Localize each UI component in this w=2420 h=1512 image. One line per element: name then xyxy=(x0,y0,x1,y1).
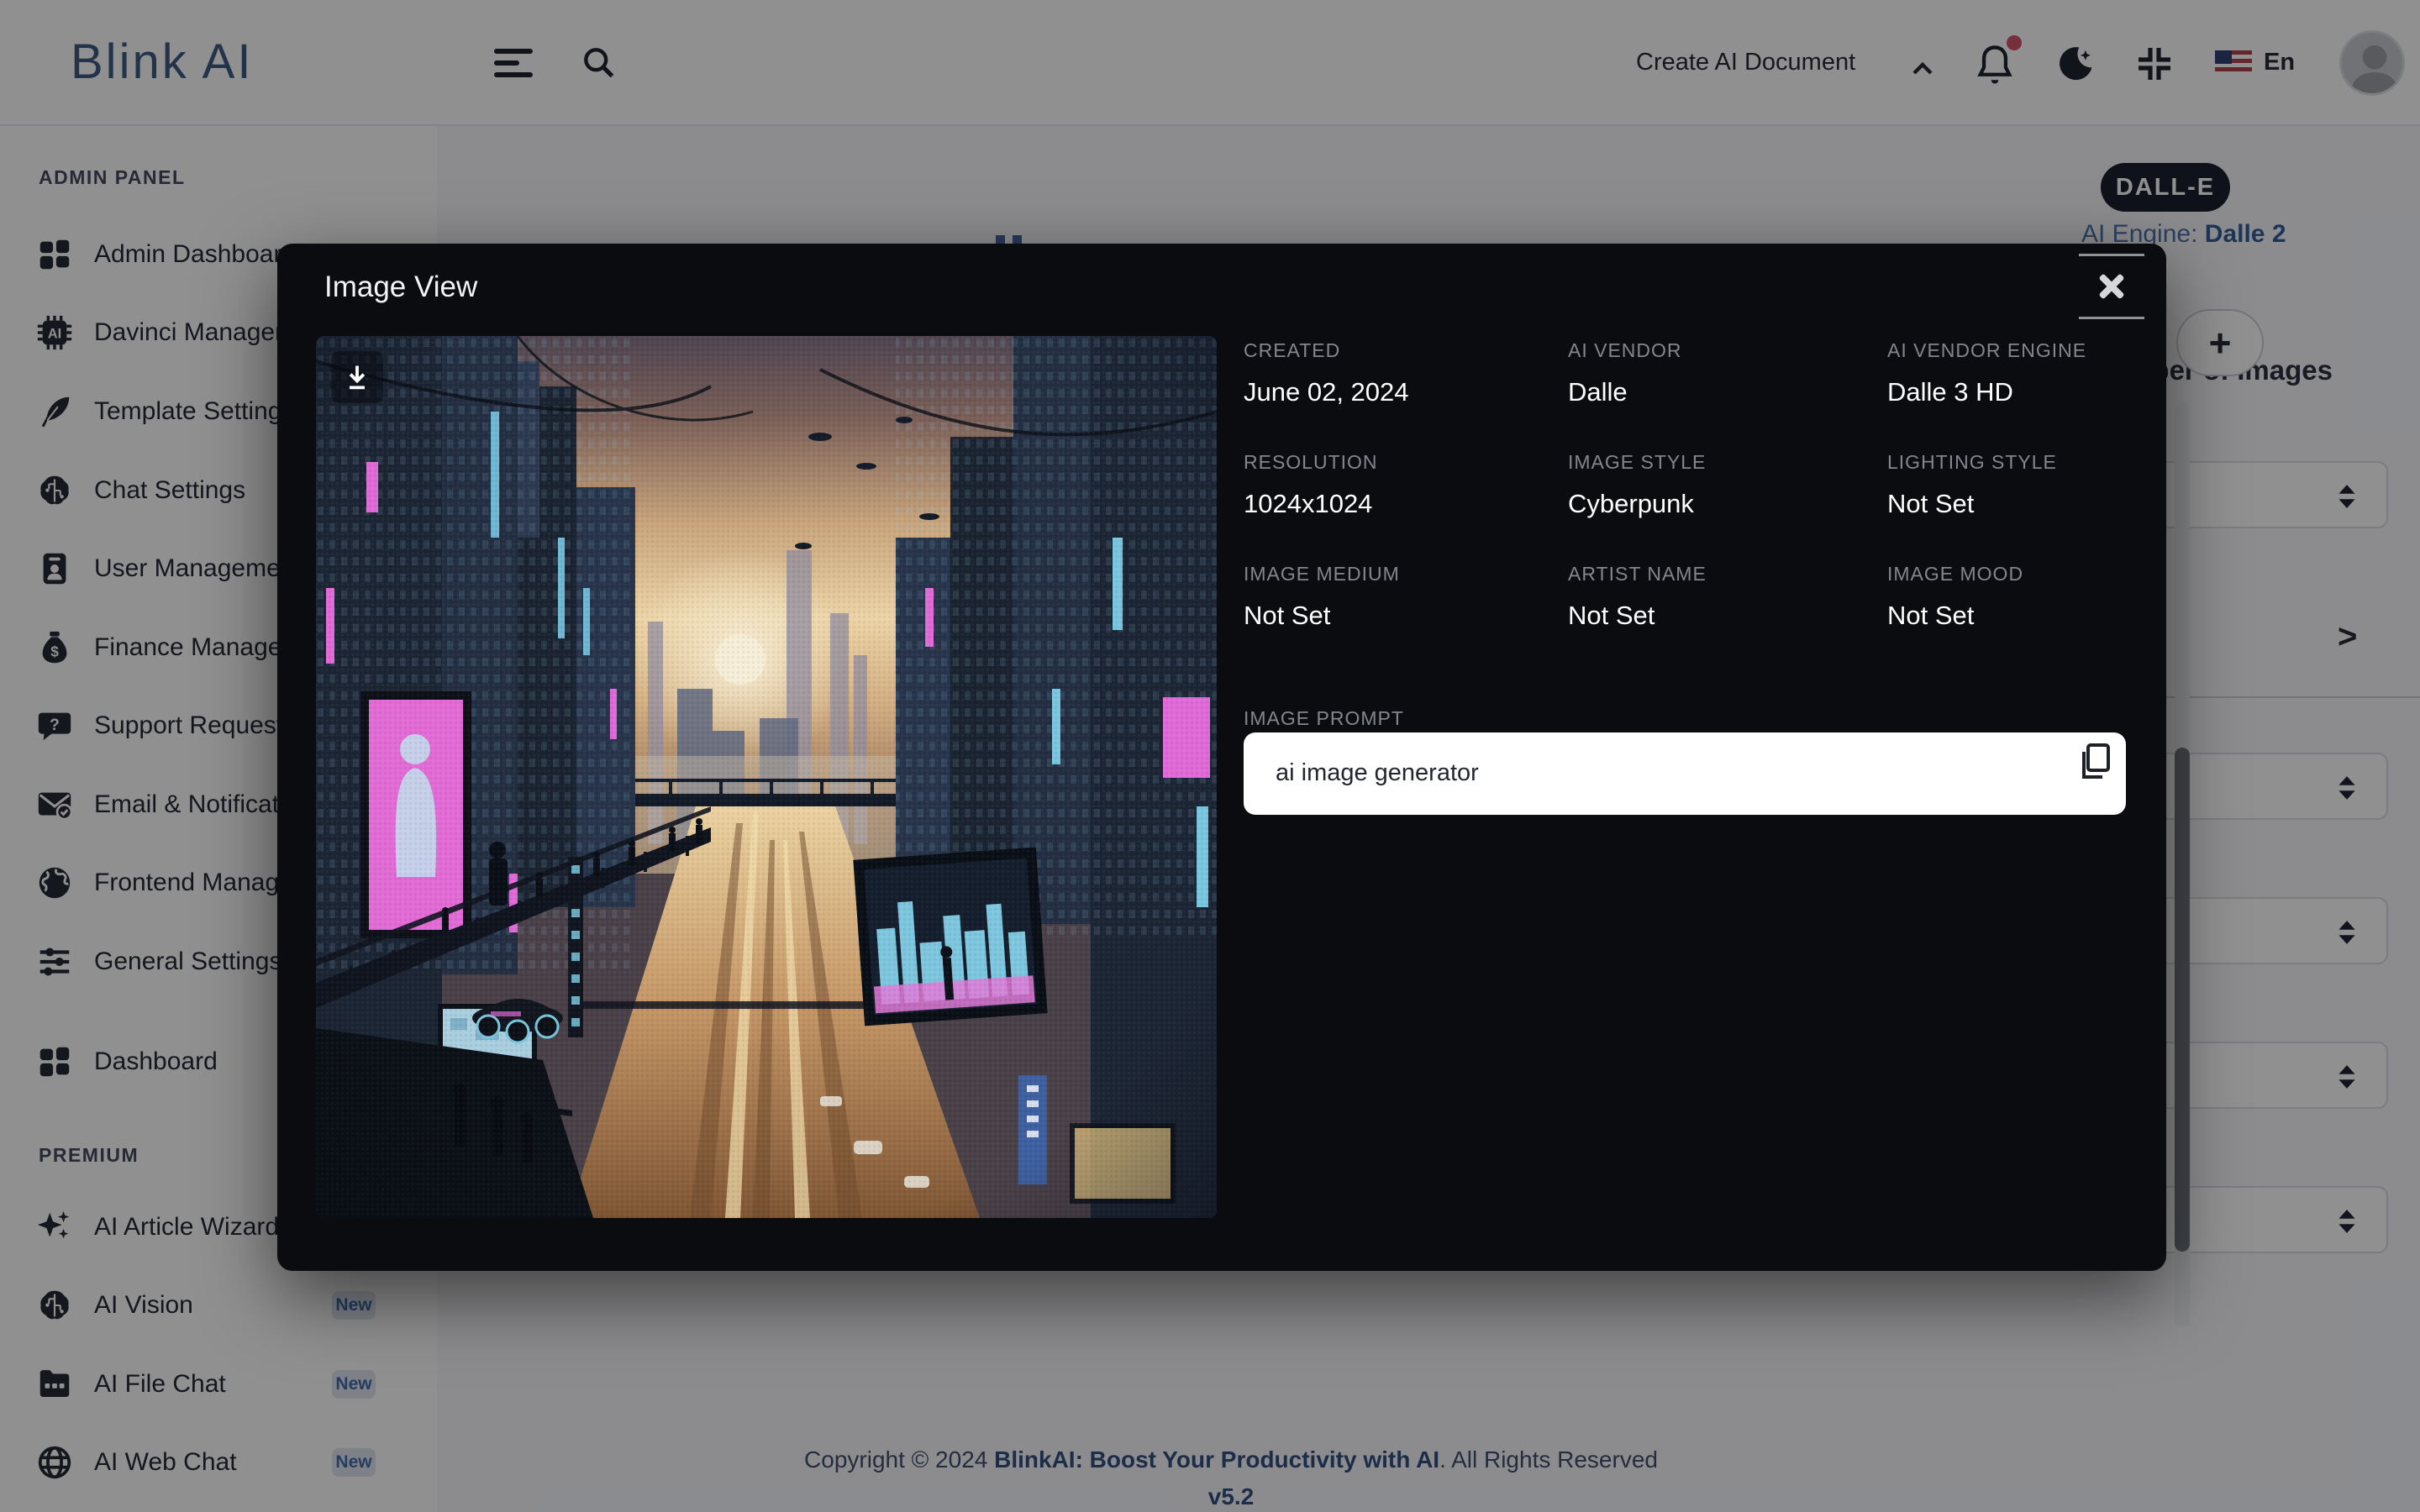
meta-field-resolution: RESOLUTION1024x1024 xyxy=(1244,451,1568,519)
image-metadata-grid: CREATEDJune 02, 2024 AI VENDORDalle AI V… xyxy=(1244,339,2126,631)
image-prompt-label: IMAGE PROMPT xyxy=(1244,707,1404,730)
cyberpunk-city-artwork xyxy=(316,336,1217,1218)
meta-field-image-mood: IMAGE MOODNot Set xyxy=(1887,563,2126,631)
image-prompt-value: ai image generator xyxy=(1276,759,1479,787)
meta-field-artist-name: ARTIST NAMENot Set xyxy=(1568,563,1887,631)
image-prompt-field[interactable]: ai image generator xyxy=(1244,732,2126,815)
modal-title: Image View xyxy=(324,270,477,304)
close-button[interactable] xyxy=(2079,254,2144,319)
copy-icon xyxy=(2077,742,2112,782)
generated-image xyxy=(316,336,1217,1218)
app-root: Blink AI Create AI Document En xyxy=(0,0,2420,1512)
copy-prompt-button[interactable] xyxy=(2074,739,2116,785)
meta-field-image-style: IMAGE STYLECyberpunk xyxy=(1568,451,1887,519)
meta-field-lighting-style: LIGHTING STYLENot Set xyxy=(1887,451,2126,519)
download-button[interactable] xyxy=(331,351,383,403)
meta-field-image-medium: IMAGE MEDIUMNot Set xyxy=(1244,563,1568,631)
meta-field-created: CREATEDJune 02, 2024 xyxy=(1244,339,1568,407)
meta-field-ai-vendor-engine: AI VENDOR ENGINEDalle 3 HD xyxy=(1887,339,2126,407)
meta-field-ai-vendor: AI VENDORDalle xyxy=(1568,339,1887,407)
download-icon xyxy=(342,362,372,392)
image-view-modal: Image View xyxy=(277,244,2166,1271)
